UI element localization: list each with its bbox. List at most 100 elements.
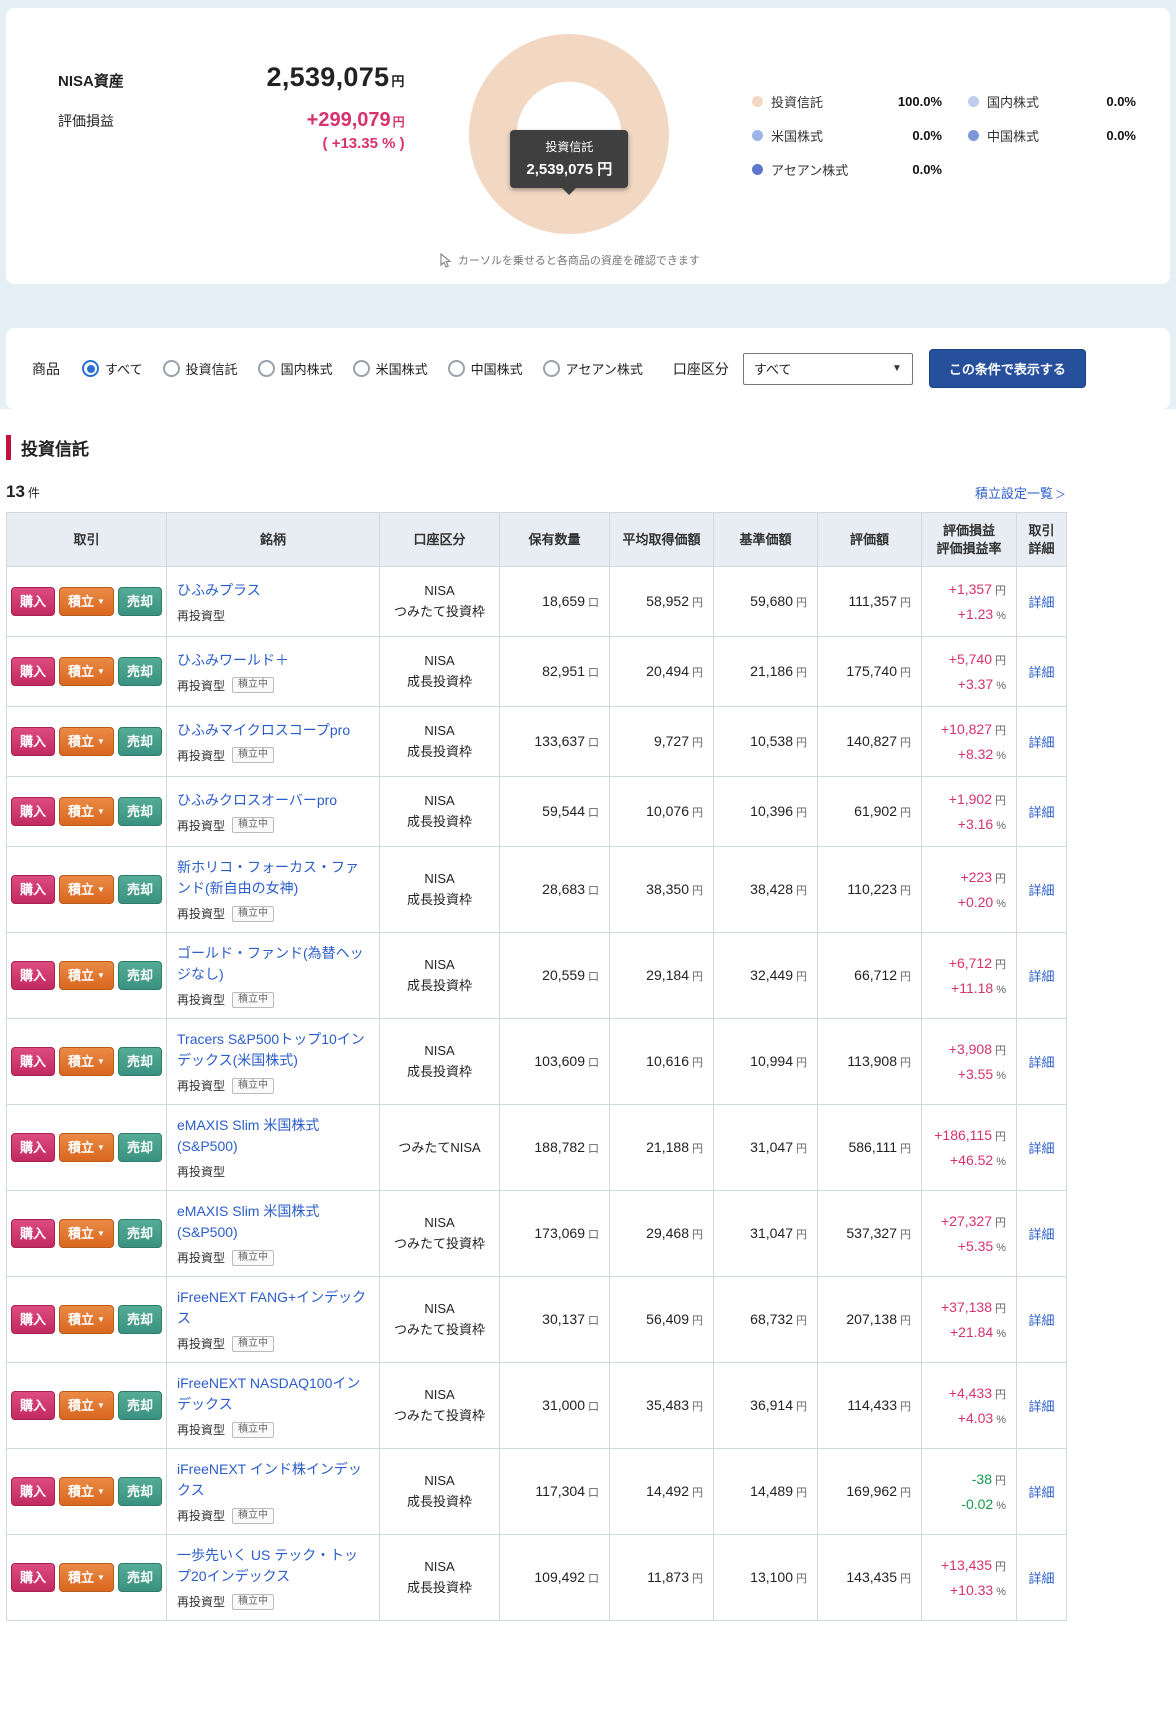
accumulate-button[interactable]: 積立 ▼ xyxy=(59,875,114,905)
buy-button[interactable]: 購入 xyxy=(11,1563,56,1593)
detail-link[interactable]: 詳細 xyxy=(1028,1485,1054,1500)
radio-product-us-stocks[interactable]: 米国株式 xyxy=(352,359,428,378)
accumulate-button[interactable]: 積立 ▼ xyxy=(59,1391,114,1421)
detail-link[interactable]: 詳細 xyxy=(1028,735,1054,750)
detail-link[interactable]: 詳細 xyxy=(1028,1141,1054,1156)
fund-name-link[interactable]: iFreeNEXT FANG+インデックス xyxy=(177,1289,366,1326)
base-price-cell: 14,489 円 xyxy=(713,1448,818,1536)
accumulate-button[interactable]: 積立 ▼ xyxy=(59,1219,114,1249)
sell-button[interactable]: 売却 xyxy=(117,1563,162,1593)
buy-button[interactable]: 購入 xyxy=(11,587,56,617)
detail-link[interactable]: 詳細 xyxy=(1028,1313,1054,1328)
sell-button[interactable]: 売却 xyxy=(117,1391,162,1421)
detail-link[interactable]: 詳細 xyxy=(1028,1227,1054,1242)
pl-cell: -38 円 -0.02% xyxy=(921,1448,1017,1536)
sell-button[interactable]: 売却 xyxy=(117,657,162,687)
sell-button[interactable]: 売却 xyxy=(117,1047,162,1077)
fund-name-link[interactable]: ひふみクロスオーバーpro xyxy=(177,792,337,808)
valuation-cell: 140,827 円 xyxy=(817,706,922,778)
radio-product-asean-stocks[interactable]: アセアン株式 xyxy=(542,359,643,378)
accumulate-button[interactable]: 積立 ▼ xyxy=(59,1477,114,1507)
apply-filter-button[interactable]: この条件で表示する xyxy=(928,349,1086,388)
quantity-cell: 31,000 口 xyxy=(499,1362,610,1450)
accumulate-button[interactable]: 積立 ▼ xyxy=(59,1305,114,1335)
radio-product-all[interactable]: すべて xyxy=(82,359,143,378)
fund-name-link[interactable]: eMAXIS Slim 米国株式(S&P500) xyxy=(177,1203,319,1240)
fund-name-link[interactable]: iFreeNEXT インド株インデックス xyxy=(177,1461,362,1498)
accumulate-button[interactable]: 積立 ▼ xyxy=(59,1133,114,1163)
fund-name-link[interactable]: Tracers S&P500トップ10インデックス(米国株式) xyxy=(177,1031,365,1068)
detail-link[interactable]: 詳細 xyxy=(1028,595,1054,610)
chevron-down-icon: ▼ xyxy=(97,970,105,980)
sell-button[interactable]: 売却 xyxy=(117,1219,162,1249)
fund-type: 再投資型 xyxy=(177,1165,226,1180)
detail-cell: 詳細 xyxy=(1016,1534,1067,1622)
sell-button[interactable]: 売却 xyxy=(117,961,162,991)
buy-button[interactable]: 購入 xyxy=(11,1219,56,1249)
buy-button[interactable]: 購入 xyxy=(11,1305,56,1335)
chevron-down-icon: ▼ xyxy=(97,1142,105,1152)
sell-button[interactable]: 売却 xyxy=(117,727,162,757)
sell-button[interactable]: 売却 xyxy=(117,1305,162,1335)
detail-link[interactable]: 詳細 xyxy=(1028,883,1054,898)
fund-name-link[interactable]: ひふみマイクロスコープpro xyxy=(177,722,350,738)
base-price-cell: 36,914 円 xyxy=(713,1362,818,1450)
sell-button[interactable]: 売却 xyxy=(117,875,162,905)
fund-name-link[interactable]: ひふみワールド＋ xyxy=(177,652,289,668)
account-select[interactable]: すべて ▼ xyxy=(742,352,913,385)
detail-link[interactable]: 詳細 xyxy=(1028,805,1054,820)
fund-name-cell: ひふみワールド＋ 再投資型 積立中 xyxy=(166,636,380,708)
fund-name-link[interactable]: eMAXIS Slim 米国株式(S&P500) xyxy=(177,1117,319,1154)
accumulate-button[interactable]: 積立 ▼ xyxy=(59,727,114,757)
fund-type: 再投資型 xyxy=(177,1251,226,1266)
fund-name-link[interactable]: ひふみプラス xyxy=(177,582,261,598)
buy-button[interactable]: 購入 xyxy=(11,727,56,757)
detail-cell: 詳細 xyxy=(1016,1276,1067,1364)
account-cell: NISA つみたて投資枠 xyxy=(379,1190,500,1278)
valuation-cell: 175,740 円 xyxy=(817,636,922,708)
accumulation-settings-link[interactable]: 積立設定一覧＞ xyxy=(975,483,1066,502)
buy-button[interactable]: 購入 xyxy=(11,875,56,905)
fund-name-link[interactable]: iFreeNEXT NASDAQ100インデックス xyxy=(177,1375,360,1412)
buy-button[interactable]: 購入 xyxy=(11,1477,56,1507)
table-row: 購入 積立 ▼ 売却 ひふみクロスオーバーpro 再投資型 積立中 NISA 成長… xyxy=(6,776,1067,848)
accumulate-button[interactable]: 積立 ▼ xyxy=(59,1047,114,1077)
sell-button[interactable]: 売却 xyxy=(117,1477,162,1507)
detail-link[interactable]: 詳細 xyxy=(1028,1399,1054,1414)
buy-button[interactable]: 購入 xyxy=(11,1133,56,1163)
accumulate-button[interactable]: 積立 ▼ xyxy=(59,657,114,687)
detail-link[interactable]: 詳細 xyxy=(1028,1055,1054,1070)
accumulate-button[interactable]: 積立 ▼ xyxy=(59,587,114,617)
legend-item: 投資信託 100.0% xyxy=(752,92,942,111)
radio-product-domestic-stocks[interactable]: 国内株式 xyxy=(257,359,333,378)
chevron-down-icon: ▼ xyxy=(97,884,105,894)
fund-name-cell: iFreeNEXT FANG+インデックス 再投資型 積立中 xyxy=(166,1276,380,1364)
accumulate-button[interactable]: 積立 ▼ xyxy=(59,961,114,991)
allocation-donut-chart[interactable]: 投資信託 2,539,075 円 xyxy=(469,34,670,234)
sell-button[interactable]: 売却 xyxy=(117,797,162,827)
radio-product-funds[interactable]: 投資信託 xyxy=(162,359,238,378)
chevron-down-icon: ▼ xyxy=(97,1486,105,1496)
detail-link[interactable]: 詳細 xyxy=(1028,665,1054,680)
detail-link[interactable]: 詳細 xyxy=(1028,969,1054,984)
buy-button[interactable]: 購入 xyxy=(11,657,56,687)
accumulate-button[interactable]: 積立 ▼ xyxy=(59,1563,114,1593)
sell-button[interactable]: 売却 xyxy=(117,587,162,617)
table-body: 購入 積立 ▼ 売却 ひふみプラス 再投資型 NISA つみたて投資枠 18,65… xyxy=(6,566,1067,1622)
fund-name-link[interactable]: ゴールド・ファンド(為替ヘッジなし) xyxy=(177,945,364,982)
header-account: 口座区分 xyxy=(379,511,500,568)
detail-link[interactable]: 詳細 xyxy=(1028,1571,1054,1586)
fund-name-link[interactable]: 新ホリコ・フォーカス・ファンド(新自由の女神) xyxy=(177,859,359,896)
base-price-cell: 13,100 円 xyxy=(713,1534,818,1622)
buy-button[interactable]: 購入 xyxy=(11,1391,56,1421)
avg-price-cell: 10,076 円 xyxy=(609,776,714,848)
buy-button[interactable]: 購入 xyxy=(11,1047,56,1077)
buy-button[interactable]: 購入 xyxy=(11,797,56,827)
accumulate-button[interactable]: 積立 ▼ xyxy=(59,797,114,827)
fund-type: 再投資型 xyxy=(177,678,226,693)
pl-cell: +4,433 円 +4.03% xyxy=(921,1362,1017,1450)
sell-button[interactable]: 売却 xyxy=(117,1133,162,1163)
radio-product-china-stocks[interactable]: 中国株式 xyxy=(447,359,523,378)
fund-name-link[interactable]: 一歩先いく US テック・トップ20インデックス xyxy=(177,1547,358,1584)
buy-button[interactable]: 購入 xyxy=(11,961,56,991)
